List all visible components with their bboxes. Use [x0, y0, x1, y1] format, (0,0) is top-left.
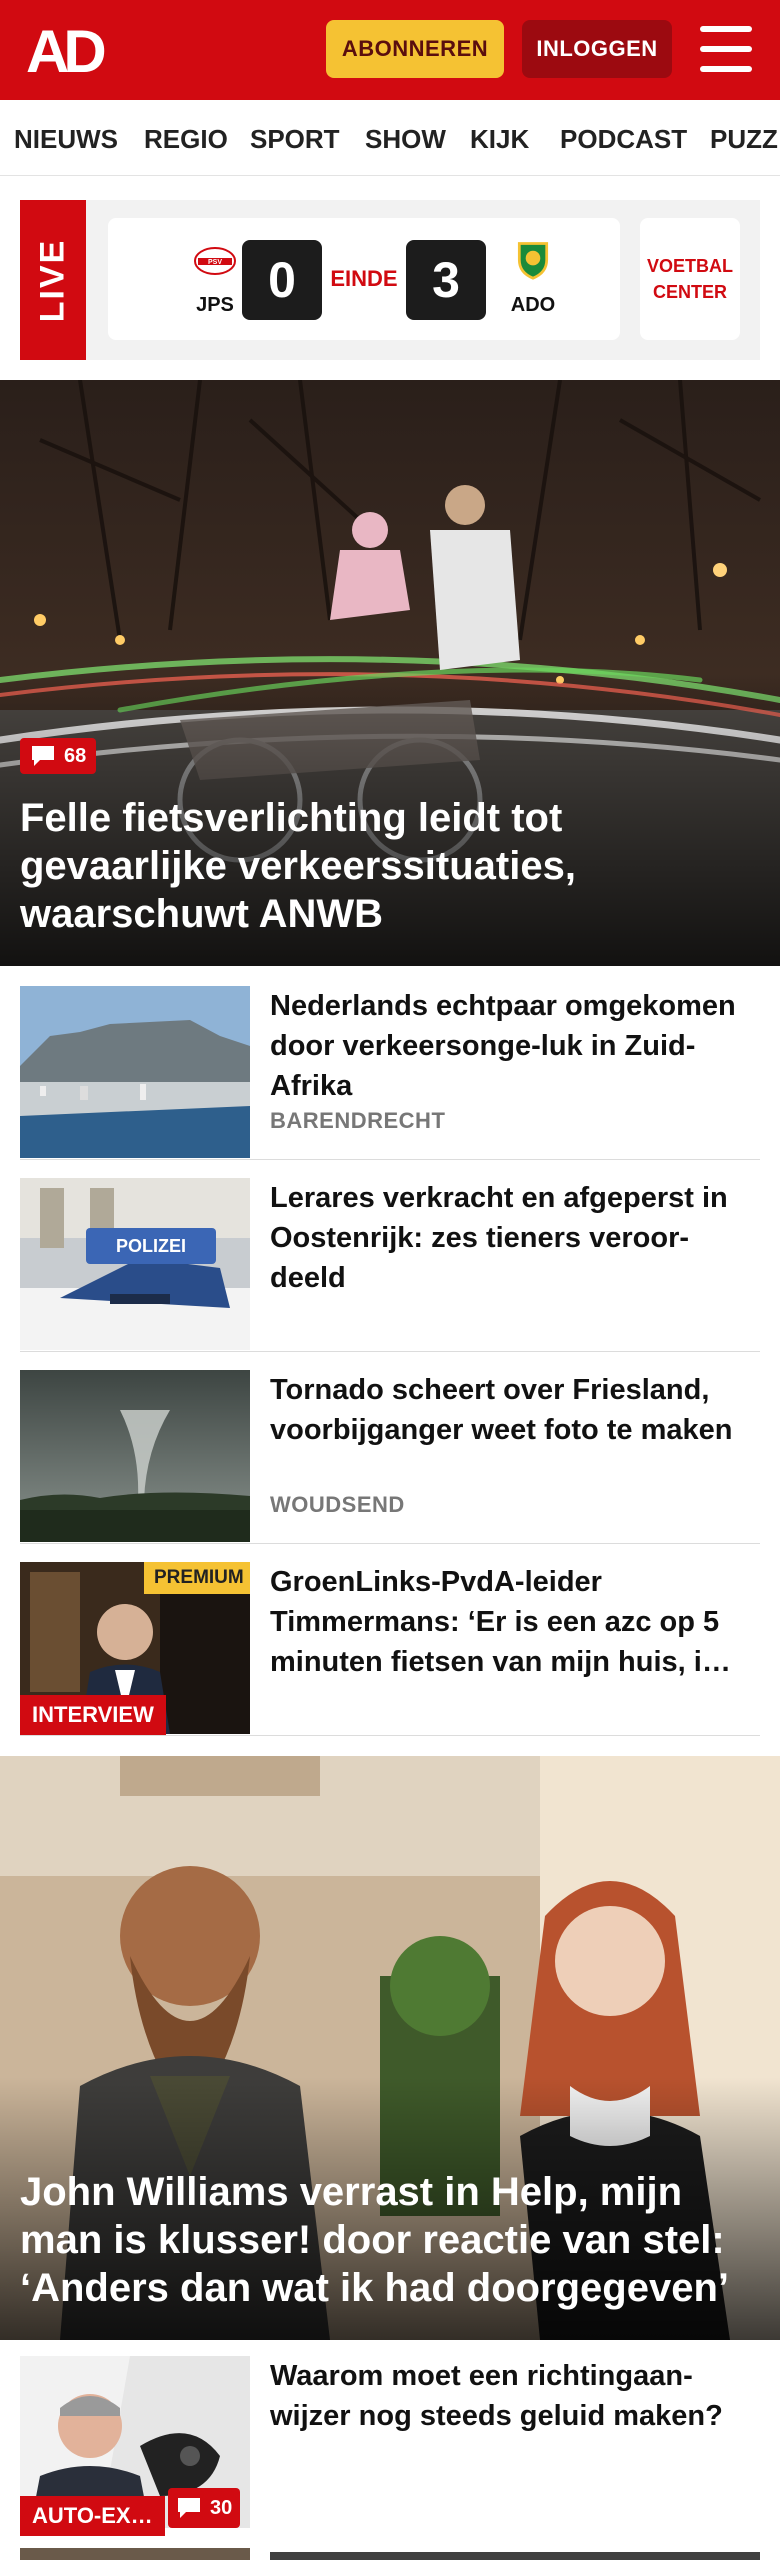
list-item-title[interactable]: GroenLinks-PvdA-leider Timmermans: ‘Er i… [270, 1562, 760, 1682]
match-score-card[interactable]: PSV JPS 0 EINDE 3 ADO [108, 218, 620, 340]
nav-item-show[interactable]: SHOW [365, 124, 446, 155]
comment-count: 30 [210, 2496, 233, 2519]
away-score: 3 [406, 240, 486, 320]
away-team-name: ADO [510, 294, 556, 316]
list-item-location: BARENDRECHT [270, 1108, 446, 1133]
next-item-thumbnail [20, 2548, 250, 2560]
list-item-title[interactable]: Waarom moet een richtingaan-wijzer nog s… [270, 2356, 760, 2436]
comment-count-badge[interactable]: 30 [168, 2488, 241, 2528]
voetbal-center-label-1: VOETBAL [646, 256, 733, 276]
nav-item-sport[interactable]: SPORT [250, 124, 340, 155]
list-item[interactable]: AUTO-EX… 30 Waarom moet een richtingaan-… [20, 2356, 760, 2536]
psv-club-logo-icon: PSV [194, 247, 236, 275]
hero-headline[interactable]: John Williams verrast in Help, mijn man … [20, 2168, 760, 2312]
thumbnail-cape-town [20, 986, 250, 1158]
thumbnail-police-car: POLIZEI [20, 1178, 250, 1350]
hero-article-bike-lights[interactable]: 68 Felle fietsverlichting leidt tot geva… [0, 380, 780, 966]
logo-text: AD [26, 20, 104, 80]
police-sign-text: POLIZEI [116, 1236, 186, 1256]
voetbal-center-label-2: CENTER [652, 282, 727, 302]
nav-item-puzzel[interactable]: PUZZ [710, 124, 778, 155]
ad-logo[interactable]: AD [26, 20, 116, 80]
list-item[interactable]: Nederlands echtpaar omgekomen door verke… [20, 986, 760, 1160]
live-score-widget: LIVE PSV JPS 0 EINDE 3 ADO VOETBAL CENTE… [20, 200, 760, 360]
list-item-title[interactable]: Tornado scheert over Friesland, voorbijg… [270, 1370, 760, 1450]
subscribe-button[interactable]: ABONNEREN [326, 20, 504, 78]
list-item[interactable]: Tornado scheert over Friesland, voorbijg… [20, 1370, 760, 1544]
home-team-name: JPS [196, 294, 234, 316]
list-item-title[interactable]: Lerares verkracht en afgeperst in Oosten… [270, 1178, 760, 1298]
comment-count-badge[interactable]: 68 [20, 738, 97, 774]
section-nav: NIEUWS REGIO SPORT SHOW KIJK PODCAST PUZ… [0, 100, 780, 176]
hero-article-help-klusser[interactable]: John Williams verrast in Help, mijn man … [0, 1756, 780, 2340]
list-item-title[interactable]: Nederlands echtpaar omgekomen door verke… [270, 986, 760, 1106]
hamburger-menu-icon[interactable] [700, 26, 752, 72]
home-score: 0 [242, 240, 322, 320]
nav-item-nieuws[interactable]: NIEUWS [14, 124, 118, 155]
list-item-location: WOUDSEND [270, 1492, 405, 1517]
top-header: AD ABONNEREN INLOGGEN [0, 0, 780, 100]
live-label: LIVE [33, 238, 72, 322]
comment-bubble-icon [32, 746, 54, 766]
match-status: EINDE [330, 266, 398, 291]
svg-text:PSV: PSV [208, 259, 222, 266]
category-label: INTERVIEW [20, 1695, 166, 1735]
comment-bubble-icon [178, 2498, 200, 2518]
nav-item-regio[interactable]: REGIO [144, 124, 228, 155]
list-item[interactable]: POLIZEI Lerares verkracht en afgeperst i… [20, 1178, 760, 1352]
next-item-title-fragment [270, 2552, 760, 2560]
hero-headline[interactable]: Felle fietsverlichting leidt tot gevaarl… [20, 794, 760, 938]
voetbal-center-button[interactable]: VOETBAL CENTER [640, 218, 740, 340]
nav-item-podcast[interactable]: PODCAST [560, 124, 687, 155]
ado-club-logo-icon [517, 242, 549, 280]
thumbnail-tornado [20, 1370, 250, 1542]
login-button[interactable]: INLOGGEN [522, 20, 672, 78]
nav-item-kijk[interactable]: KIJK [470, 124, 529, 155]
category-label: AUTO-EX… [20, 2496, 165, 2536]
live-tab[interactable]: LIVE [20, 200, 86, 360]
premium-badge: PREMIUM [144, 1562, 250, 1594]
list-item[interactable]: PREMIUM INTERVIEW GroenLinks-PvdA-leider… [20, 1562, 760, 1736]
comment-count: 68 [64, 744, 87, 767]
